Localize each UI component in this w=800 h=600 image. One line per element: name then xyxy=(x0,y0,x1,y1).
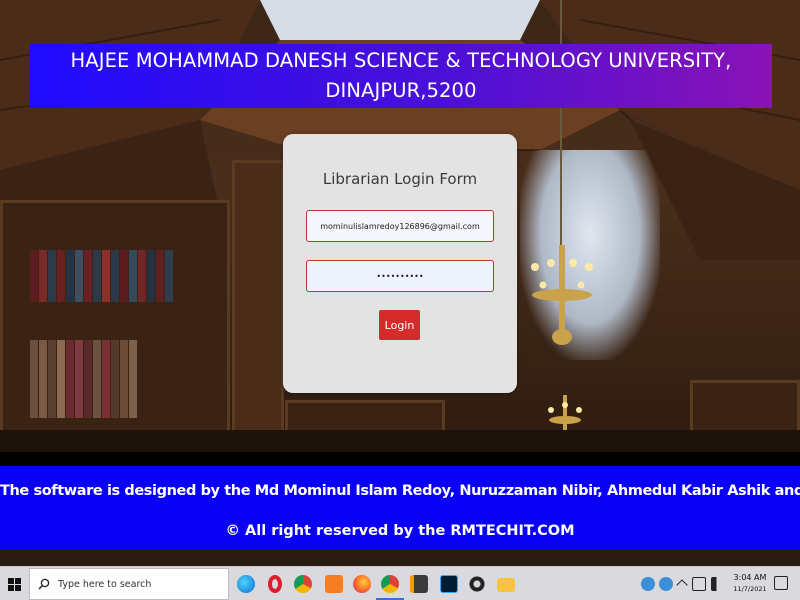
clock-time: 3:04 AM xyxy=(733,573,767,582)
chrome-icon[interactable] xyxy=(294,575,312,593)
books-row xyxy=(30,250,173,302)
taskbar-search[interactable]: Type here to search xyxy=(29,568,229,600)
login-form-title: Librarian Login Form xyxy=(322,170,478,188)
clock-date: 11/7/2021 xyxy=(733,585,767,593)
tray-app-icon[interactable] xyxy=(641,577,655,591)
copyright-text: © All right reserved by the RMTECHIT.COM xyxy=(225,523,575,539)
sublime-icon[interactable] xyxy=(410,575,428,593)
volume-icon[interactable] xyxy=(711,577,725,591)
login-card: Librarian Login Form Login xyxy=(283,134,517,393)
photoshop-icon[interactable] xyxy=(440,575,458,593)
chrome-icon[interactable] xyxy=(381,575,399,593)
file-explorer-icon[interactable] xyxy=(497,578,515,592)
windows-icon xyxy=(7,577,21,591)
chevron-up-icon[interactable] xyxy=(676,579,688,591)
footer-divider xyxy=(0,452,800,466)
chandelier xyxy=(531,245,593,345)
cabinet xyxy=(232,160,284,440)
login-button[interactable]: Login xyxy=(379,310,420,340)
tray-app-icon[interactable] xyxy=(659,577,673,591)
chandelier-chain xyxy=(560,0,562,250)
opera-icon[interactable] xyxy=(268,575,282,593)
xampp-icon[interactable] xyxy=(325,575,343,593)
start-button[interactable] xyxy=(0,567,28,600)
page-title: HAJEE MOHAMMAD DANESH SCIENCE & TECHNOLO… xyxy=(70,49,732,102)
books-row xyxy=(30,340,137,418)
footer: The software is designed by the Md Momin… xyxy=(0,466,800,550)
firefox-icon[interactable] xyxy=(353,575,371,593)
notification-icon[interactable] xyxy=(774,576,788,590)
windows-taskbar: Type here to search 3:04 AM 11/7/2021 xyxy=(0,566,800,600)
password-field[interactable] xyxy=(306,260,494,292)
search-icon xyxy=(38,578,50,590)
search-placeholder: Type here to search xyxy=(58,578,152,590)
taskbar-clock[interactable]: 3:04 AM 11/7/2021 xyxy=(730,571,770,595)
email-field[interactable] xyxy=(306,210,494,242)
credits-text: The software is designed by the Md Momin… xyxy=(0,483,800,499)
network-icon[interactable] xyxy=(692,577,706,591)
university-banner: HAJEE MOHAMMAD DANESH SCIENCE & TECHNOLO… xyxy=(30,44,772,108)
edge-icon[interactable] xyxy=(237,575,255,593)
settings-icon[interactable] xyxy=(468,575,486,593)
floor xyxy=(0,430,800,452)
